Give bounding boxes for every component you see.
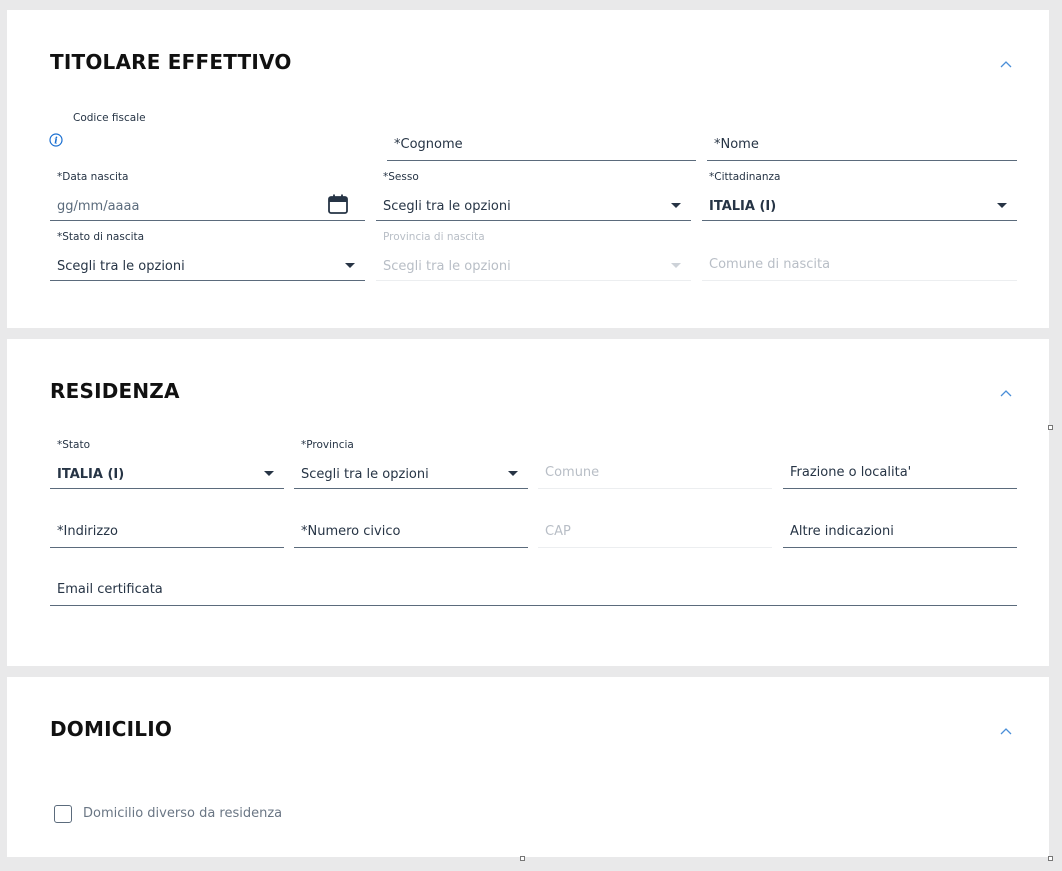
svg-text:i: i	[54, 137, 58, 147]
numero-civico-placeholder: *Numero civico	[301, 524, 401, 539]
cittadinanza-value: ITALIA (I)	[709, 199, 777, 214]
chevron-down-icon	[997, 203, 1007, 208]
provincia-nascita-label: Provincia di nascita	[383, 231, 485, 243]
codice-fiscale-label: Codice fiscale	[73, 112, 146, 124]
stato-nascita-label: *Stato di nascita	[57, 231, 145, 243]
residenza-stato-label: *Stato	[57, 439, 91, 451]
sesso-label: *Sesso	[383, 171, 419, 183]
info-icon[interactable]: i	[49, 133, 63, 147]
cittadinanza-label: *Cittadinanza	[709, 171, 781, 183]
data-nascita-label: *Data nascita	[57, 171, 129, 183]
cittadinanza-select[interactable]: *Cittadinanza ITALIA (I)	[702, 171, 1017, 221]
residenza-comune-field: Comune	[538, 459, 772, 489]
domicilio-title: DOMICILIO	[50, 717, 173, 741]
resize-handle-bottom[interactable]	[520, 856, 525, 861]
nome-field[interactable]: *Nome	[707, 131, 1017, 161]
email-certificata-placeholder: Email certificata	[57, 582, 163, 597]
chevron-down-icon	[671, 203, 681, 208]
chevron-down-icon	[508, 471, 518, 476]
chevron-down-icon	[345, 263, 355, 268]
stato-nascita-value: Scegli tra le opzioni	[57, 259, 185, 274]
domicilio-card: DOMICILIO Domicilio diverso da residenza	[7, 677, 1049, 857]
provincia-nascita-select: Provincia di nascita Scegli tra le opzio…	[376, 231, 691, 281]
stato-nascita-select[interactable]: *Stato di nascita Scegli tra le opzioni	[50, 231, 365, 281]
email-certificata-field[interactable]: Email certificata	[50, 576, 1017, 606]
titolare-collapse-chevron-icon[interactable]	[998, 59, 1014, 69]
resize-handle-corner[interactable]	[1048, 856, 1053, 861]
titolare-card: TITOLARE EFFETTIVO i Codice fiscale *Cog…	[7, 10, 1049, 328]
indirizzo-field[interactable]: *Indirizzo	[50, 518, 284, 548]
domicilio-diverso-label: Domicilio diverso da residenza	[83, 806, 283, 821]
numero-civico-field[interactable]: *Numero civico	[294, 518, 528, 548]
sesso-value: Scegli tra le opzioni	[383, 199, 511, 214]
domicilio-collapse-chevron-icon[interactable]	[998, 726, 1014, 736]
calendar-icon[interactable]	[327, 193, 349, 215]
residenza-title: RESIDENZA	[50, 379, 180, 403]
chevron-down-icon	[264, 471, 274, 476]
comune-nascita-field: Comune di nascita	[702, 251, 1017, 281]
titolare-title: TITOLARE EFFETTIVO	[50, 50, 292, 74]
cognome-field[interactable]: *Cognome	[387, 131, 696, 161]
cap-field: CAP	[538, 518, 772, 548]
residenza-provincia-select[interactable]: *Provincia Scegli tra le opzioni	[294, 439, 528, 489]
nome-placeholder: *Nome	[714, 137, 759, 152]
comune-nascita-placeholder: Comune di nascita	[709, 257, 831, 272]
frazione-field[interactable]: Frazione o localita'	[783, 459, 1017, 489]
residenza-stato-select[interactable]: *Stato ITALIA (I)	[50, 439, 284, 489]
altre-indicazioni-placeholder: Altre indicazioni	[790, 524, 894, 539]
residenza-comune-placeholder: Comune	[545, 465, 600, 480]
residenza-provincia-value: Scegli tra le opzioni	[301, 467, 429, 482]
cognome-placeholder: *Cognome	[394, 137, 463, 152]
cap-placeholder: CAP	[545, 524, 571, 539]
domicilio-diverso-checkbox[interactable]	[54, 805, 72, 823]
chevron-down-icon	[671, 263, 681, 268]
residenza-stato-value: ITALIA (I)	[57, 467, 125, 482]
residenza-card: RESIDENZA *Stato ITALIA (I) *Provincia S…	[7, 339, 1049, 666]
indirizzo-placeholder: *Indirizzo	[57, 524, 118, 539]
data-nascita-placeholder: gg/mm/aaaa	[57, 199, 140, 214]
sesso-select[interactable]: *Sesso Scegli tra le opzioni	[376, 171, 691, 221]
residenza-collapse-chevron-icon[interactable]	[998, 388, 1014, 398]
provincia-nascita-value: Scegli tra le opzioni	[383, 259, 511, 274]
data-nascita-field[interactable]: *Data nascita gg/mm/aaaa	[50, 171, 365, 221]
frazione-placeholder: Frazione o localita'	[790, 465, 912, 480]
altre-indicazioni-field[interactable]: Altre indicazioni	[783, 518, 1017, 548]
residenza-provincia-label: *Provincia	[301, 439, 354, 451]
resize-handle-right[interactable]	[1048, 425, 1053, 430]
